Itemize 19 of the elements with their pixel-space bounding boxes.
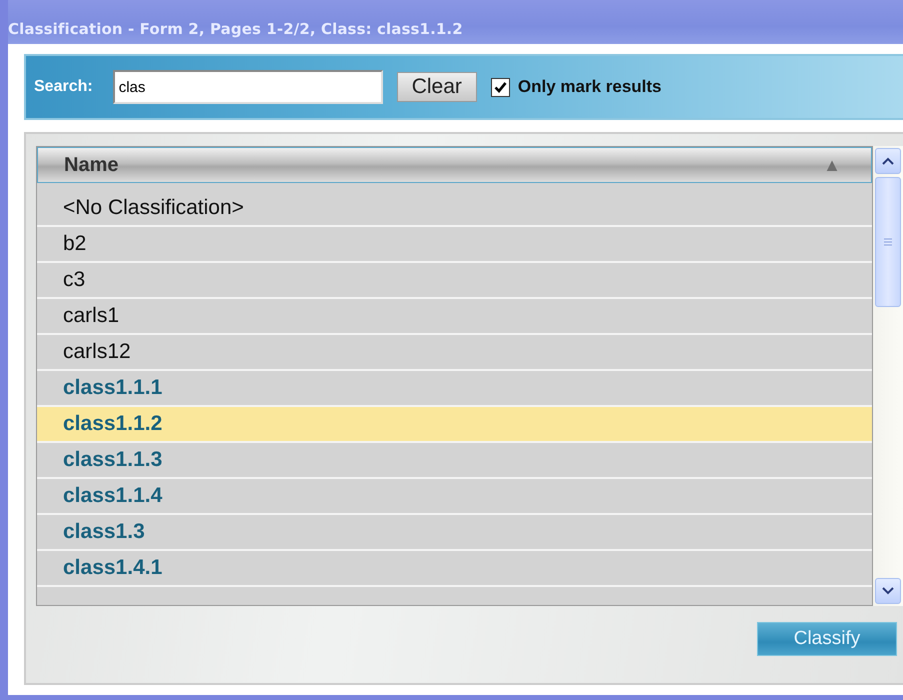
- scrollbar[interactable]: [873, 146, 903, 606]
- checkbox[interactable]: [490, 78, 510, 96]
- clear-button[interactable]: Clear: [396, 72, 477, 102]
- window-title: Classification - Form 2, Pages 1-2/2, Class: class1.1.2: [8, 20, 463, 38]
- classify-button[interactable]: Classify: [757, 622, 897, 656]
- checkmark-icon: [494, 80, 507, 94]
- checkbox-label: Only mark results: [518, 77, 662, 97]
- list-row[interactable]: class1.1.2: [37, 407, 872, 443]
- sort-indicator: ▲: [823, 154, 841, 176]
- header-label: Name: [64, 154, 118, 176]
- scroll-up-button[interactable]: [875, 148, 901, 174]
- scroll-down-button[interactable]: [875, 578, 901, 604]
- grip-icon: [883, 238, 893, 246]
- chevron-up-icon: [882, 157, 894, 165]
- search-label: Search:: [34, 78, 93, 96]
- column-header[interactable]: Name ▲: [37, 147, 872, 183]
- scroll-thumb[interactable]: [875, 177, 901, 307]
- chevron-down-icon: [882, 587, 894, 595]
- search-field[interactable]: clas: [112, 70, 383, 104]
